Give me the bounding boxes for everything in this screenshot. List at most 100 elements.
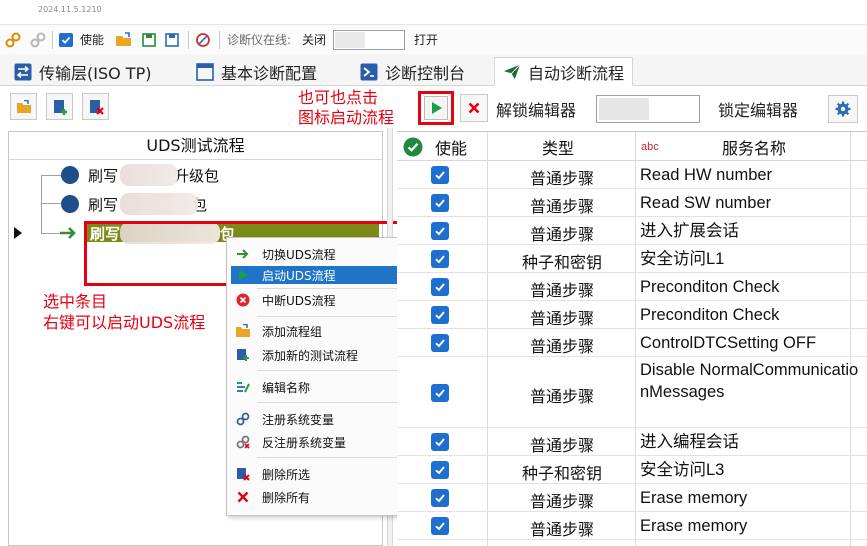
row-enable-checkbox[interactable] — [431, 383, 449, 402]
row-enable-checkbox[interactable] — [431, 278, 449, 296]
flow-node-icon — [61, 166, 79, 184]
column-type[interactable]: 类型 — [542, 132, 574, 161]
open-flow-button[interactable] — [10, 93, 37, 120]
row-enable-checkbox[interactable] — [431, 334, 449, 352]
menu-item-delete-selected[interactable]: 删除所选 — [231, 465, 403, 483]
annotation-left-line1: 选中条目 — [43, 292, 108, 311]
menu-item-stop-flow[interactable]: 中断UDS流程 — [231, 291, 403, 309]
save-icon[interactable] — [163, 32, 181, 48]
row-enable-checkbox[interactable] — [431, 461, 449, 479]
redacted-mask — [120, 193, 198, 215]
diagnostic-device-icon[interactable] — [194, 32, 212, 48]
row-enable-checkbox[interactable] — [431, 489, 449, 507]
arrow-right-icon — [59, 225, 79, 245]
row-enable-checkbox[interactable] — [431, 166, 449, 184]
row-type: 种子和密钥 — [521, 253, 602, 272]
unlock-editor-label: 解锁编辑器 — [496, 101, 577, 120]
editor-lock-toggle[interactable] — [596, 95, 700, 123]
table-row[interactable]: 种子和密钥 安全访问L3 — [397, 456, 867, 484]
settings-button[interactable] — [828, 95, 858, 123]
lock-editor-label: 锁定编辑器 — [718, 101, 799, 120]
delete-flow-button[interactable] — [82, 93, 109, 120]
swap-icon — [14, 63, 32, 81]
top-toolbar: 使能 诊断仪在线: 关闭 打开 — [0, 24, 867, 54]
table-row[interactable]: 普通步骤 Preconditon Check — [397, 273, 867, 301]
table-row[interactable]: 普通步骤 Erase memory — [397, 512, 867, 540]
menu-item-label: 编辑名称 — [262, 380, 311, 395]
row-type: 普通步骤 — [529, 492, 594, 511]
menu-item-delete-all[interactable]: 删除所有 — [231, 488, 403, 506]
play-icon — [235, 267, 251, 283]
menu-item-label: 启动UDS流程 — [262, 268, 336, 283]
tab-auto-diagnostic-flow[interactable]: 自动诊断流程 — [494, 57, 634, 86]
menu-item-register-var[interactable]: 注册系统变量 — [231, 410, 403, 428]
row-service-name: 安全访问L1 — [640, 250, 725, 268]
stop-flow-button[interactable] — [460, 94, 488, 122]
row-service-name: Preconditon Check — [640, 278, 780, 296]
online-toggle[interactable] — [333, 30, 405, 50]
table-row[interactable]: 普通步骤 Preconditon Check — [397, 301, 867, 329]
row-enable-checkbox[interactable] — [431, 306, 449, 324]
menu-item-label: 添加流程组 — [262, 324, 323, 339]
row-enable-checkbox[interactable] — [431, 517, 449, 535]
row-enable-checkbox[interactable] — [431, 222, 449, 240]
menu-item-label: 切换UDS流程 — [262, 247, 336, 262]
add-flow-button[interactable] — [46, 93, 73, 120]
tab-label: 基本诊断配置 — [221, 63, 318, 83]
table-header: 使能 类型 abc 服务名称 — [397, 132, 867, 161]
row-service-name: 进入扩展会话 — [640, 222, 739, 240]
table-row[interactable]: 普通步骤 ControlDTCSetting OFF — [397, 329, 867, 357]
table-row[interactable]: 普通步骤 Read HW number — [397, 161, 867, 189]
column-enable[interactable]: 使能 — [435, 132, 467, 161]
table-row[interactable]: 普通步骤 进入编程会话 — [397, 428, 867, 456]
tab-transport-layer[interactable]: 传输层(ISO TP) — [14, 57, 151, 86]
column-service-name[interactable]: 服务名称 — [722, 132, 786, 161]
link-icon — [235, 411, 251, 427]
open-folder-icon[interactable] — [115, 32, 133, 48]
rename-icon — [235, 379, 251, 395]
menu-item-rename[interactable]: 编辑名称 — [231, 378, 403, 396]
row-enable-checkbox[interactable] — [431, 194, 449, 212]
row-type: 普通步骤 — [529, 197, 594, 216]
table-row[interactable]: 普通步骤 Read SW number — [397, 189, 867, 217]
tab-label: 传输层(ISO TP) — [39, 63, 152, 83]
console-icon — [360, 63, 378, 81]
flow-toolbar: 解锁编辑器 锁定编辑器 — [0, 87, 867, 127]
annotation-top-line2: 图标启动流程 — [298, 108, 395, 127]
row-enable-checkbox[interactable] — [431, 250, 449, 268]
export-icon[interactable] — [140, 32, 158, 48]
row-service-name: 安全访问L3 — [640, 461, 725, 479]
play-icon — [424, 96, 448, 120]
flow-steps-table: 使能 类型 abc 服务名称 普通步骤 Read HW number 普通步骤 Rea… — [397, 131, 867, 546]
menu-item-label: 删除所有 — [262, 490, 311, 505]
tab-console[interactable]: 诊断控制台 — [360, 57, 465, 86]
enable-checkbox[interactable] — [58, 32, 74, 48]
open-label: 打开 — [414, 33, 439, 47]
abc-icon: abc — [641, 140, 659, 153]
start-flow-button[interactable] — [418, 91, 454, 125]
delete-all-icon — [235, 489, 251, 505]
table-row[interactable]: 普通步骤 进入扩展会话 — [397, 217, 867, 245]
disconnect-icon[interactable] — [30, 32, 46, 48]
menu-item-add-group[interactable]: 添加流程组 — [231, 322, 403, 340]
menu-item-label: 注册系统变量 — [262, 412, 335, 427]
tree-item-suffix: 升级包 — [174, 167, 220, 185]
row-enable-checkbox[interactable] — [431, 433, 449, 451]
connect-icon[interactable] — [5, 32, 21, 48]
online-label: 诊断仪在线: — [227, 33, 292, 47]
window-icon — [196, 62, 214, 81]
tab-basic-config[interactable]: 基本诊断配置 — [196, 57, 317, 86]
menu-item-switch-flow[interactable]: 切换UDS流程 — [231, 245, 403, 263]
tab-label: 自动诊断流程 — [528, 63, 625, 83]
table-row[interactable]: 种子和密钥 安全访问L1 — [397, 245, 867, 273]
table-row[interactable]: 普通步骤 Disable NormalCommunicationMessages — [397, 357, 867, 428]
unlink-icon — [235, 434, 251, 450]
table-row[interactable]: 普通步骤 Erase memory — [397, 484, 867, 512]
menu-item-start-flow[interactable]: 启动UDS流程 — [231, 266, 403, 284]
context-menu: 切换UDS流程 启动UDS流程 中断UDS流程 添加流程组 添加新的测试流程 编… — [226, 237, 407, 516]
menu-item-add-flow[interactable]: 添加新的测试流程 — [231, 346, 403, 364]
menu-item-unregister-var[interactable]: 反注册系统变量 — [231, 433, 403, 451]
row-service-name: Preconditon Check — [640, 306, 780, 324]
row-service-name: Erase memory — [640, 517, 748, 535]
flow-node-icon — [61, 195, 79, 213]
